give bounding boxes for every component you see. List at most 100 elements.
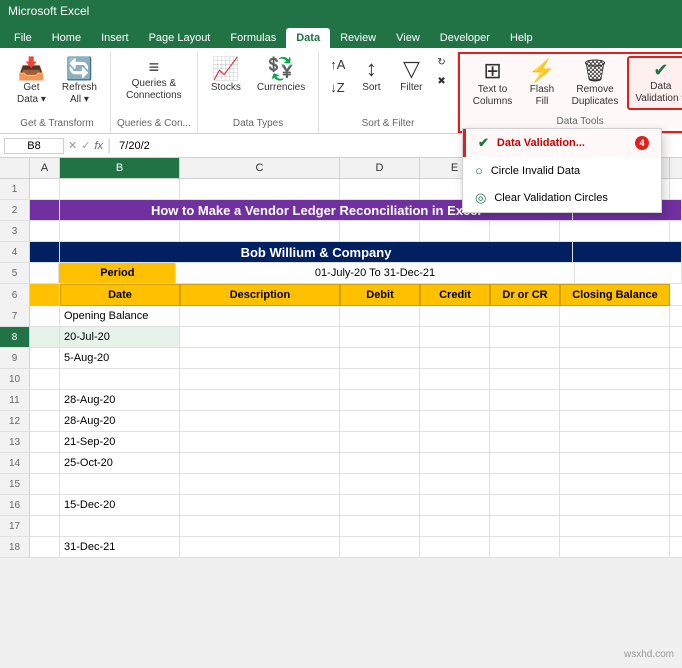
sort-az-button[interactable]: ↑A <box>325 54 350 75</box>
cell[interactable] <box>420 348 490 368</box>
cell[interactable] <box>490 221 560 241</box>
cell[interactable] <box>30 411 60 431</box>
cell[interactable] <box>560 432 670 452</box>
cell[interactable] <box>340 221 420 241</box>
clear-circles-item[interactable]: ◎ Clear Validation Circles <box>463 184 661 212</box>
col-header-c[interactable]: C <box>180 158 340 178</box>
cell[interactable] <box>180 453 340 473</box>
cell[interactable] <box>180 327 340 347</box>
cell[interactable] <box>180 369 340 389</box>
cell[interactable] <box>30 453 60 473</box>
tab-file[interactable]: File <box>4 28 42 48</box>
tab-page-layout[interactable]: Page Layout <box>139 28 221 48</box>
cell[interactable] <box>340 306 420 326</box>
cell[interactable] <box>560 306 670 326</box>
cell[interactable] <box>340 327 420 347</box>
sort-button[interactable]: ↕ Sort <box>352 54 390 98</box>
cell[interactable] <box>180 221 340 241</box>
tab-help[interactable]: Help <box>500 28 543 48</box>
date-cell-9[interactable]: 5-Aug-20 <box>60 348 180 368</box>
cell[interactable] <box>420 390 490 410</box>
col-header-a[interactable]: A <box>30 158 60 178</box>
currencies-button[interactable]: 💱 Currencies <box>250 54 312 98</box>
cell[interactable] <box>180 179 340 199</box>
cell[interactable] <box>340 453 420 473</box>
cell[interactable] <box>180 495 340 515</box>
cell[interactable] <box>420 369 490 389</box>
date-cell-11[interactable]: 28-Aug-20 <box>60 390 180 410</box>
cell-ref-input[interactable] <box>4 138 64 154</box>
cell[interactable] <box>420 537 490 557</box>
cell[interactable] <box>420 432 490 452</box>
remove-duplicates-button[interactable]: 🗑 RemoveDuplicates <box>565 56 626 112</box>
cell[interactable] <box>60 221 180 241</box>
tab-home[interactable]: Home <box>42 28 91 48</box>
cell[interactable] <box>560 369 670 389</box>
cell[interactable] <box>30 348 60 368</box>
cell[interactable] <box>490 453 560 473</box>
cell[interactable] <box>560 411 670 431</box>
data-validation-dropdown-item[interactable]: ✔ Data Validation... 4 <box>463 129 661 157</box>
formula-x-button[interactable]: ✕ <box>68 139 77 152</box>
tab-developer[interactable]: Developer <box>430 28 500 48</box>
cell[interactable] <box>340 516 420 536</box>
cell[interactable] <box>420 411 490 431</box>
tab-formulas[interactable]: Formulas <box>220 28 286 48</box>
date-cell-16[interactable]: 15-Dec-20 <box>60 495 180 515</box>
cell[interactable] <box>560 327 670 347</box>
cell[interactable] <box>575 263 682 283</box>
cell[interactable] <box>30 284 60 306</box>
tab-view[interactable]: View <box>386 28 430 48</box>
tab-data[interactable]: Data <box>286 28 330 48</box>
cell[interactable] <box>560 390 670 410</box>
cell[interactable] <box>180 348 340 368</box>
cell[interactable] <box>560 495 670 515</box>
cell[interactable] <box>490 516 560 536</box>
cell[interactable] <box>340 369 420 389</box>
cell[interactable] <box>340 432 420 452</box>
cell[interactable] <box>180 432 340 452</box>
data-validation-button[interactable]: ✔ DataValidation ▾ <box>627 56 682 110</box>
cell[interactable] <box>340 411 420 431</box>
cell[interactable] <box>420 327 490 347</box>
cell[interactable] <box>420 306 490 326</box>
cell[interactable] <box>490 327 560 347</box>
tab-review[interactable]: Review <box>330 28 386 48</box>
date-cell-12[interactable]: 28-Aug-20 <box>60 411 180 431</box>
cell[interactable] <box>60 474 180 494</box>
cell[interactable] <box>573 242 682 262</box>
date-cell-18[interactable]: 31-Dec-21 <box>60 537 180 557</box>
cell[interactable] <box>420 453 490 473</box>
cell[interactable] <box>490 306 560 326</box>
cell[interactable] <box>30 221 60 241</box>
cell[interactable] <box>490 432 560 452</box>
cell[interactable] <box>420 495 490 515</box>
sort-za-button[interactable]: ↓Z <box>325 77 350 98</box>
cell[interactable] <box>30 432 60 452</box>
cell[interactable] <box>490 411 560 431</box>
circle-invalid-item[interactable]: ○ Circle Invalid Data <box>463 157 661 184</box>
cell[interactable] <box>340 390 420 410</box>
cell[interactable] <box>30 369 60 389</box>
filter-button[interactable]: ▽ Filter <box>392 54 430 98</box>
col-header-b[interactable]: B <box>60 158 180 178</box>
cell[interactable] <box>490 369 560 389</box>
reapply-button[interactable]: ↻ <box>432 54 450 71</box>
cell[interactable] <box>420 474 490 494</box>
col-header-d[interactable]: D <box>340 158 420 178</box>
cell[interactable] <box>30 242 60 262</box>
cell[interactable] <box>60 369 180 389</box>
date-cell-14[interactable]: 25-Oct-20 <box>60 453 180 473</box>
clear-filter-button[interactable]: ✖ <box>432 73 450 90</box>
cell[interactable] <box>490 537 560 557</box>
cell[interactable] <box>180 411 340 431</box>
cell[interactable] <box>180 537 340 557</box>
date-cell-8[interactable]: 20-Jul-20 <box>60 327 180 347</box>
cell[interactable] <box>560 453 670 473</box>
cell[interactable] <box>490 390 560 410</box>
cell[interactable] <box>180 474 340 494</box>
cell[interactable] <box>30 537 60 557</box>
get-data-button[interactable]: 📥 GetData ▾ <box>10 54 53 110</box>
cell[interactable] <box>340 348 420 368</box>
cell[interactable] <box>30 516 60 536</box>
